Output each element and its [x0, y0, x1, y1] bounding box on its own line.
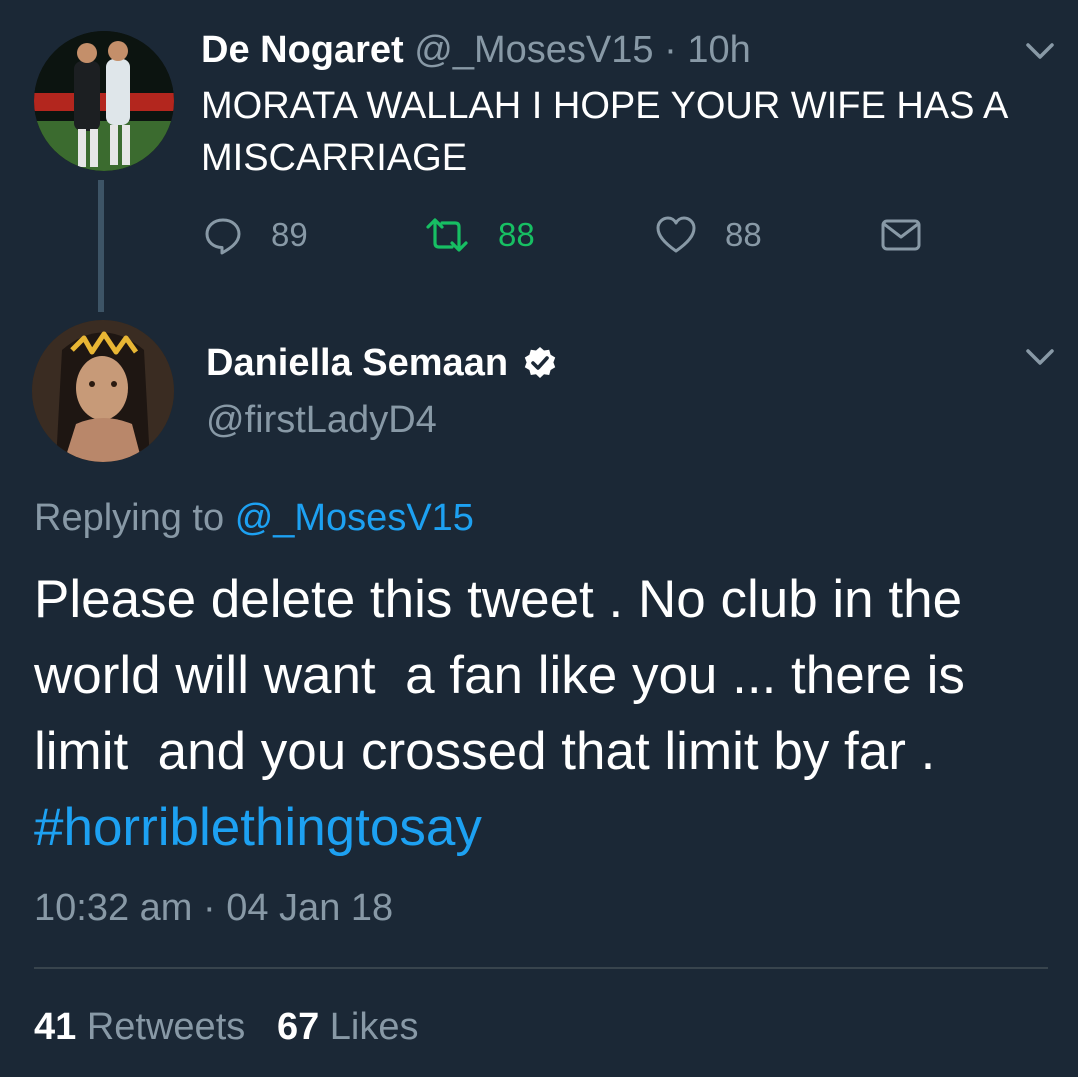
heart-icon: [656, 216, 696, 253]
reply-count: 89: [271, 216, 308, 253]
divider: [34, 967, 1048, 969]
main-tweet-text: Please delete this tweet . No club in th…: [34, 562, 1054, 866]
verified-badge-icon: [524, 347, 556, 378]
tweet-time: 10:32 am: [34, 887, 193, 929]
retweet-button[interactable]: 88: [424, 212, 535, 258]
tweet-date: 04 Jan 18: [226, 887, 394, 929]
replying-to-link[interactable]: @_MosesV15: [235, 497, 474, 539]
parent-author-handle[interactable]: @_MosesV15: [414, 29, 653, 71]
avatar-daniella-semaan[interactable]: [32, 320, 174, 462]
parent-tweet-text: MORATA WALLAH I HOPE YOUR WIFE HAS A MIS…: [201, 85, 1007, 179]
likes-count: 67: [276, 1006, 320, 1048]
retweets-stat[interactable]: 41 Retweets: [34, 1006, 256, 1048]
main-tweet-body: Please delete this tweet . No club in th…: [34, 570, 980, 781]
main-author-name-row: Daniella Semaan: [206, 340, 558, 386]
parent-author-name[interactable]: De Nogaret: [201, 29, 404, 71]
retweets-label: Retweets: [86, 1006, 246, 1048]
retweets-count: 41: [34, 1006, 77, 1048]
replying-to-label: Replying to: [34, 497, 225, 539]
header-separator: ·: [664, 29, 677, 71]
chevron-down-icon[interactable]: [1020, 342, 1060, 372]
timestamp-separator: ·: [203, 887, 216, 929]
replying-to-line: Replying to @_MosesV15: [34, 494, 474, 542]
main-author-name[interactable]: Daniella Semaan: [206, 340, 508, 386]
like-button[interactable]: 88: [655, 212, 762, 258]
main-author-handle[interactable]: @firstLadyD4: [206, 397, 437, 443]
parent-tweet-header: De Nogaret @_MosesV15 · 10h: [201, 28, 751, 72]
engagement-stats: 41 Retweets 67 Likes: [34, 1003, 419, 1051]
avatar-photo-icon: [34, 31, 174, 171]
avatar-photo-icon: [32, 320, 174, 462]
hashtag-link[interactable]: #horriblethingtosay: [34, 798, 482, 857]
direct-message-button[interactable]: [880, 212, 950, 258]
mail-icon: [881, 219, 921, 251]
reply-button[interactable]: 89: [203, 212, 308, 258]
like-count: 88: [725, 216, 762, 253]
likes-stat[interactable]: 67 Likes: [277, 1006, 419, 1048]
parent-time-ago[interactable]: 10h: [687, 29, 750, 71]
retweet-icon: [426, 218, 468, 252]
avatar-de-nogaret[interactable]: [34, 31, 174, 171]
chevron-down-icon[interactable]: [1020, 36, 1060, 66]
reply-icon: [205, 218, 241, 255]
likes-label: Likes: [329, 1006, 419, 1048]
thread-connector-line: [98, 180, 104, 312]
retweet-count: 88: [498, 216, 535, 253]
tweet-timestamp: 10:32 am · 04 Jan 18: [34, 884, 393, 932]
